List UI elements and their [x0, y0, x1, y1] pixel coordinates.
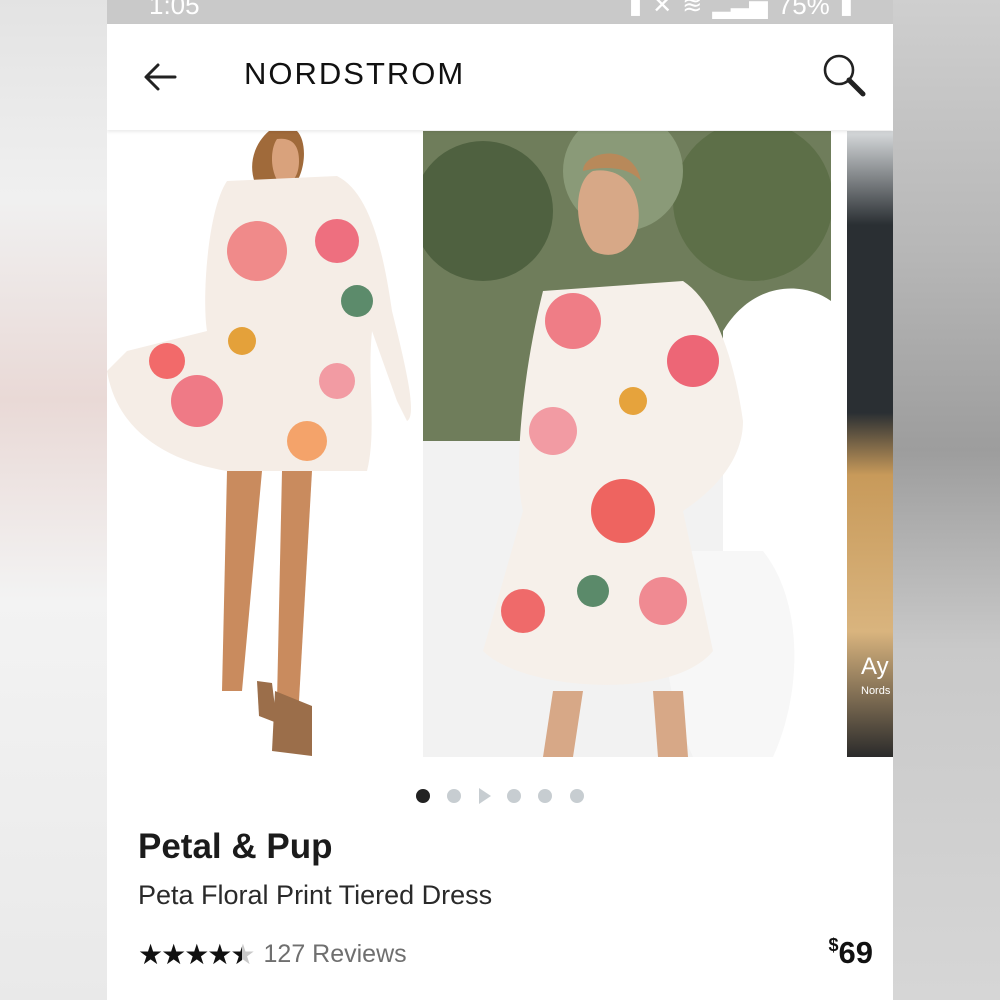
signal-icon: ▂▃▅	[712, 0, 768, 19]
pagination-dot[interactable]	[416, 789, 430, 803]
pagination-dot[interactable]	[570, 789, 584, 803]
app-header: NORDSTROM	[107, 24, 893, 130]
status-time: 1:05	[149, 0, 200, 20]
product-image-carousel[interactable]: Ay Nords	[107, 131, 893, 757]
product-image-1[interactable]	[107, 131, 421, 757]
star-icon: ★★★★★	[138, 938, 242, 971]
wifi-icon: ≋	[682, 0, 703, 19]
product-rating[interactable]: ★★★★★ ★★★★★ 127 Reviews	[138, 938, 407, 971]
rating-stars: ★★★★★ ★★★★★	[138, 938, 256, 971]
back-button[interactable]	[137, 54, 183, 100]
background-left	[0, 0, 107, 1000]
search-icon	[823, 54, 866, 97]
notification-icon: ▮	[628, 0, 643, 19]
slide-3-sublabel: Nords	[861, 685, 891, 697]
dress-photo-outdoor	[423, 131, 831, 757]
phone-screen: 1:05 ▮ ✕ ≋ ▂▃▅ 75% ▮ NORDSTROM Ay Nords …	[107, 0, 893, 1000]
carousel-pagination	[107, 787, 893, 807]
price-currency: $	[828, 935, 839, 955]
reviews-link[interactable]: 127 Reviews	[264, 940, 407, 969]
status-icons: ▮ ✕ ≋ ▂▃▅ 75% ▮	[629, 0, 853, 21]
price-value: 69	[838, 935, 873, 970]
battery-percent: 75%	[777, 0, 830, 20]
pagination-dot[interactable]	[507, 789, 521, 803]
product-brand[interactable]: Petal & Pup	[138, 827, 332, 867]
product-name: Peta Floral Print Tiered Dress	[138, 880, 493, 910]
product-image-2[interactable]	[423, 131, 831, 757]
status-bar: 1:05 ▮ ✕ ≋ ▂▃▅ 75% ▮	[107, 0, 893, 24]
pagination-dot[interactable]	[447, 789, 461, 803]
product-image-3[interactable]: Ay Nords	[847, 131, 893, 757]
pagination-dot[interactable]	[538, 789, 552, 803]
video-play-icon[interactable]	[479, 788, 491, 804]
nordstrom-logo[interactable]: NORDSTROM	[244, 56, 465, 92]
battery-icon: ▮	[839, 0, 853, 19]
mute-icon: ✕	[652, 0, 673, 19]
product-price: $69	[829, 935, 874, 971]
background-right	[893, 0, 1000, 1000]
slide-3-label: Ay	[861, 653, 889, 680]
dress-photo-studio	[107, 131, 412, 756]
arrow-left-icon	[144, 63, 177, 91]
search-button[interactable]	[821, 52, 871, 102]
